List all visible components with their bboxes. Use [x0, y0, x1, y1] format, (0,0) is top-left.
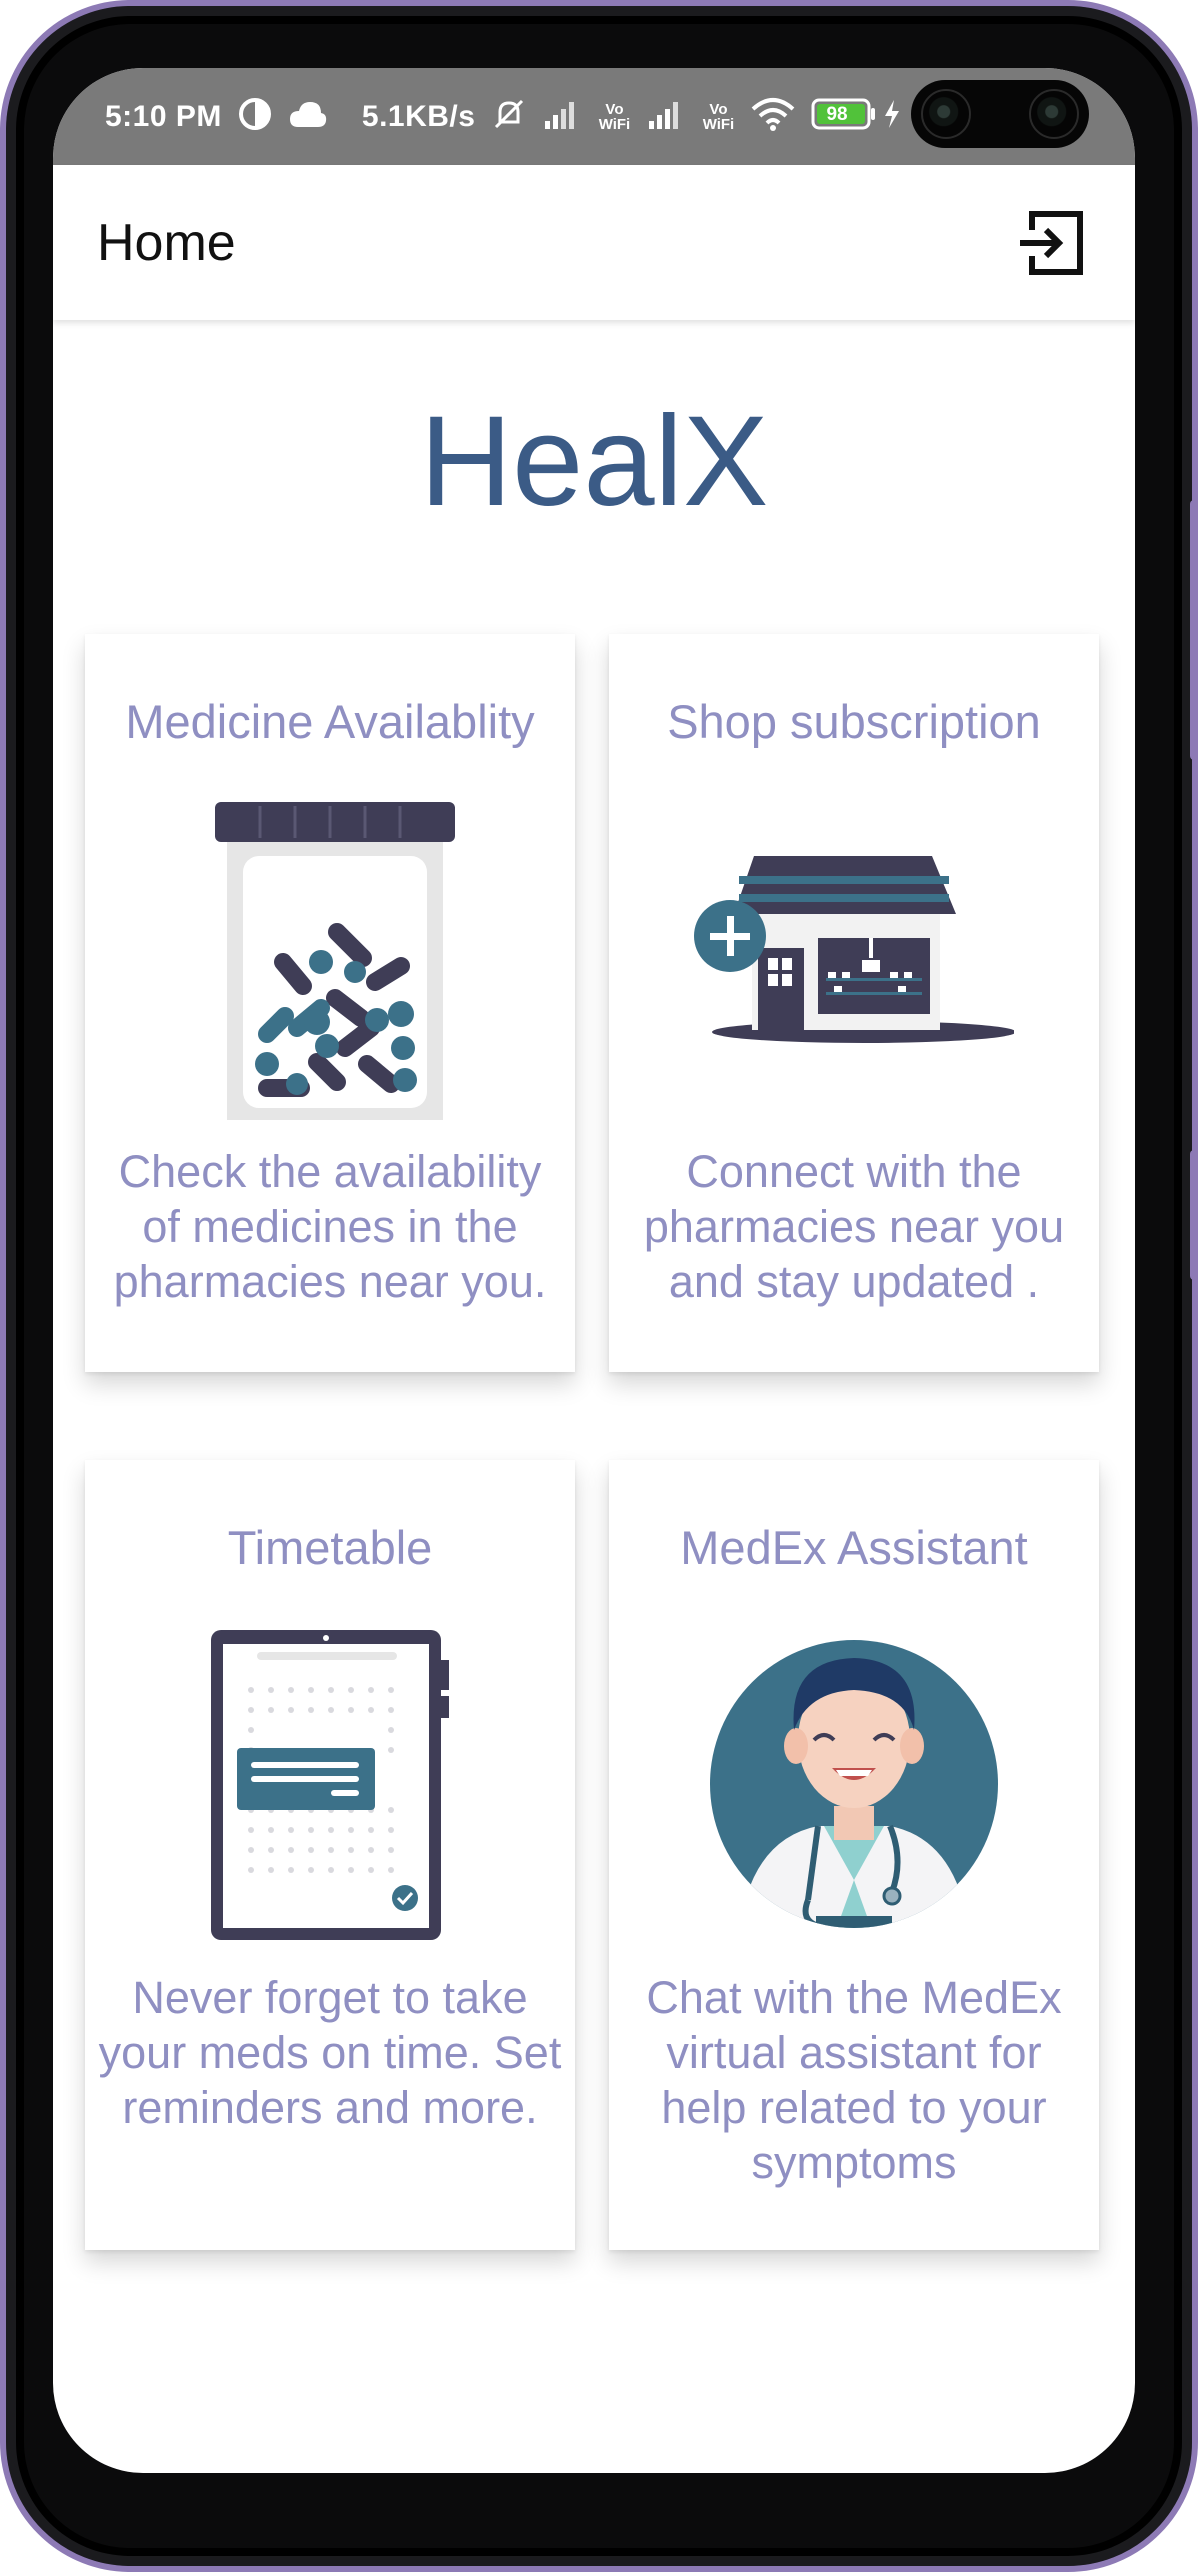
volte-label-2: Vo WiFi: [702, 100, 735, 133]
network-speed: 5.1KB/s: [361, 99, 476, 133]
card-timetable[interactable]: Timetable Never forget to take your meds…: [85, 1460, 575, 2250]
pharmacy-shop-icon: [609, 854, 1099, 1054]
camera-lens-icon: [921, 89, 971, 139]
logout-icon: [1020, 210, 1083, 275]
doctor-avatar-icon: [609, 1630, 1099, 1940]
brand-logo-text: HealX: [419, 390, 769, 533]
card-medicine-availability[interactable]: Medicine Availablity Check the availabil…: [85, 634, 575, 1372]
power-button: [1190, 1150, 1198, 1280]
front-camera: [911, 80, 1089, 148]
card-medex-assistant[interactable]: MedEx Assistant Chat with the MedEx virt…: [609, 1460, 1099, 2250]
volume-button: [1190, 500, 1198, 760]
card-description: Check the availability of medicines in t…: [113, 1146, 547, 1307]
pill-jar-icon: [85, 802, 575, 1122]
status-bar: 5:10 PM 5.1KB/s Vo WiFi Vo WiFi 98: [53, 68, 1135, 165]
screen: 5:10 PM 5.1KB/s Vo WiFi Vo WiFi 98 Home …: [53, 68, 1135, 2473]
battery-level: 98: [826, 104, 848, 125]
card-title: Shop subscription: [667, 695, 1041, 748]
card-description: Connect with the pharmacies near you and…: [643, 1146, 1065, 1307]
charging-icon: [883, 99, 901, 134]
card-title: Timetable: [227, 1521, 433, 1574]
silent-icon: [491, 96, 527, 137]
wifi-icon: [751, 97, 795, 136]
camera-lens-icon: [1029, 89, 1079, 139]
status-time: 5:10 PM: [105, 99, 222, 133]
cloud-icon: [288, 99, 328, 134]
card-description: Chat with the MedEx virtual assistant fo…: [646, 1972, 1062, 2188]
volte-label-1: Vo WiFi: [598, 100, 631, 133]
app-bar: Home: [53, 165, 1135, 320]
card-title: MedEx Assistant: [680, 1521, 1028, 1574]
page-title: Home: [97, 213, 236, 272]
battery-icon: 98: [811, 98, 877, 135]
card-description: Never forget to take your meds on time. …: [98, 1972, 562, 2133]
card-title: Medicine Availablity: [125, 695, 535, 748]
signal-icon-2: [647, 99, 685, 134]
tablet-timetable-icon: [85, 1630, 575, 1940]
logout-button[interactable]: [1017, 209, 1085, 277]
card-shop-subscription[interactable]: Shop subscription Connect with the pharm…: [609, 634, 1099, 1372]
data-saver-icon: [238, 97, 272, 136]
signal-icon: [543, 99, 581, 134]
